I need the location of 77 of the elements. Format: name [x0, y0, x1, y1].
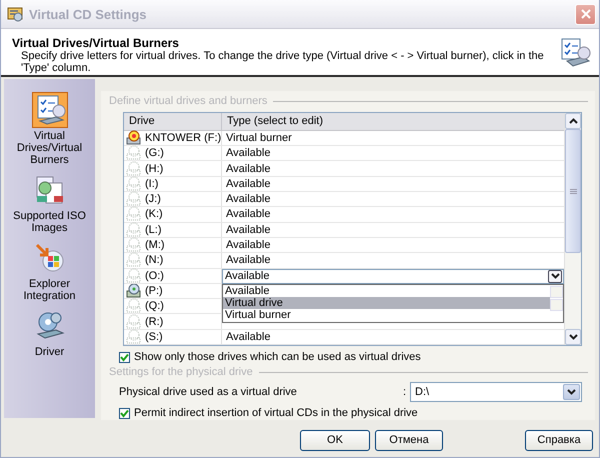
drive-icon: [126, 237, 142, 254]
dropdown-option[interactable]: Available: [223, 284, 550, 297]
dropdown-option[interactable]: Virtual burner: [223, 308, 550, 321]
drive-letter: (I:): [145, 178, 158, 190]
page-description: Specify drive letters for virtual drives. To change the drive type (Virtual drive < - > Virtual burner), click in the 'Type' column.: [21, 50, 545, 74]
drive-letter: (G:): [145, 147, 164, 160]
caret-down-icon: [568, 334, 578, 340]
sidebar-label: Virtual Drives/Virtual Burners: [16, 130, 84, 166]
drive-type: Available: [226, 162, 270, 175]
dropdown-option[interactable]: Virtual drive: [223, 296, 550, 309]
page-title: Virtual Drives/Virtual Burners: [12, 36, 180, 50]
scroll-up-button[interactable]: [565, 113, 581, 129]
drive-letter: (R:): [145, 316, 164, 328]
drive-icon: [126, 191, 142, 208]
checklist-drive-icon: [559, 37, 591, 69]
drive-icon: [126, 328, 142, 345]
drive-letter: (K:): [145, 208, 163, 220]
checkbox-label: Show only those drives which can be used as virtual drives: [134, 351, 421, 363]
drive-type: Virtual burner: [226, 132, 292, 144]
drive-icon: [126, 160, 142, 177]
drive-type: Available: [226, 193, 270, 206]
app-icon: [7, 6, 23, 22]
dialog-button[interactable]: OK: [300, 430, 370, 450]
column-header[interactable]: Drive: [124, 113, 222, 130]
drive-letter: (Q:): [145, 300, 164, 312]
drive-type: Available: [226, 254, 270, 266]
separator-label: :: [402, 386, 406, 398]
drive-icon: [126, 314, 142, 330]
explorer-icon: [34, 242, 66, 274]
drive-type: Available: [226, 147, 270, 160]
drive-letter: KNTOWER (F:): [145, 132, 222, 144]
drive-type: Available: [226, 208, 270, 220]
close-icon: [580, 8, 592, 20]
sidebar-item[interactable]: Explorer Integration: [10, 240, 90, 302]
dialog-button[interactable]: Отмена: [375, 430, 443, 450]
drive-letter: (H:): [145, 162, 164, 175]
field-label: Physical drive used as a virtual drive: [119, 386, 298, 398]
drive-icon: [126, 222, 142, 238]
drive-icon: [126, 282, 142, 299]
drive-letter: (O:): [145, 270, 164, 282]
window-title: Virtual CD Settings: [29, 6, 148, 22]
drive-icon: [126, 298, 142, 314]
column-header[interactable]: Type (select to edit): [222, 113, 564, 130]
sidebar-item[interactable]: Supported ISO Images: [10, 172, 90, 234]
drive-icon: [126, 176, 142, 192]
sidebar-item[interactable]: Driver: [10, 308, 90, 358]
drive-type: Available: [226, 178, 270, 190]
close-button[interactable]: [575, 4, 596, 24]
images-icon: [34, 174, 66, 206]
type-dropdown[interactable]: Available: [222, 268, 564, 284]
drive-letter: (J:): [145, 193, 161, 206]
drive-icon: [126, 145, 142, 162]
drive-dropdown[interactable]: D:\: [410, 382, 582, 402]
sidebar-label: Driver: [34, 346, 66, 358]
drive-letter: (L:): [145, 224, 162, 236]
drive-type: Available: [226, 224, 270, 236]
caret-up-icon: [568, 118, 578, 124]
sidebar-label: Supported ISO Images: [12, 210, 87, 234]
checkbox[interactable]: [119, 408, 130, 418]
drive-letter: (N:): [145, 254, 164, 266]
checkbox[interactable]: [119, 352, 130, 362]
drive-type: Available: [226, 330, 270, 343]
group-label: Settings for the physical drive: [109, 366, 253, 378]
checkbox-label: Permit indirect insertion of virtual CDs in the physical drive: [134, 407, 418, 419]
group-label: Define virtual drives and burners: [109, 95, 268, 107]
dialog-button[interactable]: Справка: [525, 430, 593, 450]
sidebar-label: Explorer Integration: [22, 278, 76, 302]
drive-letter: (S:): [145, 330, 163, 343]
drive-letter: (M:): [145, 239, 165, 252]
drive-type: Available: [226, 239, 270, 252]
drive-icon: [126, 252, 142, 268]
scrollbar-thumb[interactable]: [565, 129, 581, 253]
scroll-down-button[interactable]: [565, 329, 581, 345]
drive-icon: [126, 268, 142, 284]
sidebar-item[interactable]: Virtual Drives/Virtual Burners: [10, 92, 90, 166]
drive-icon: [126, 206, 142, 222]
drive-letter: (P:): [145, 284, 163, 297]
